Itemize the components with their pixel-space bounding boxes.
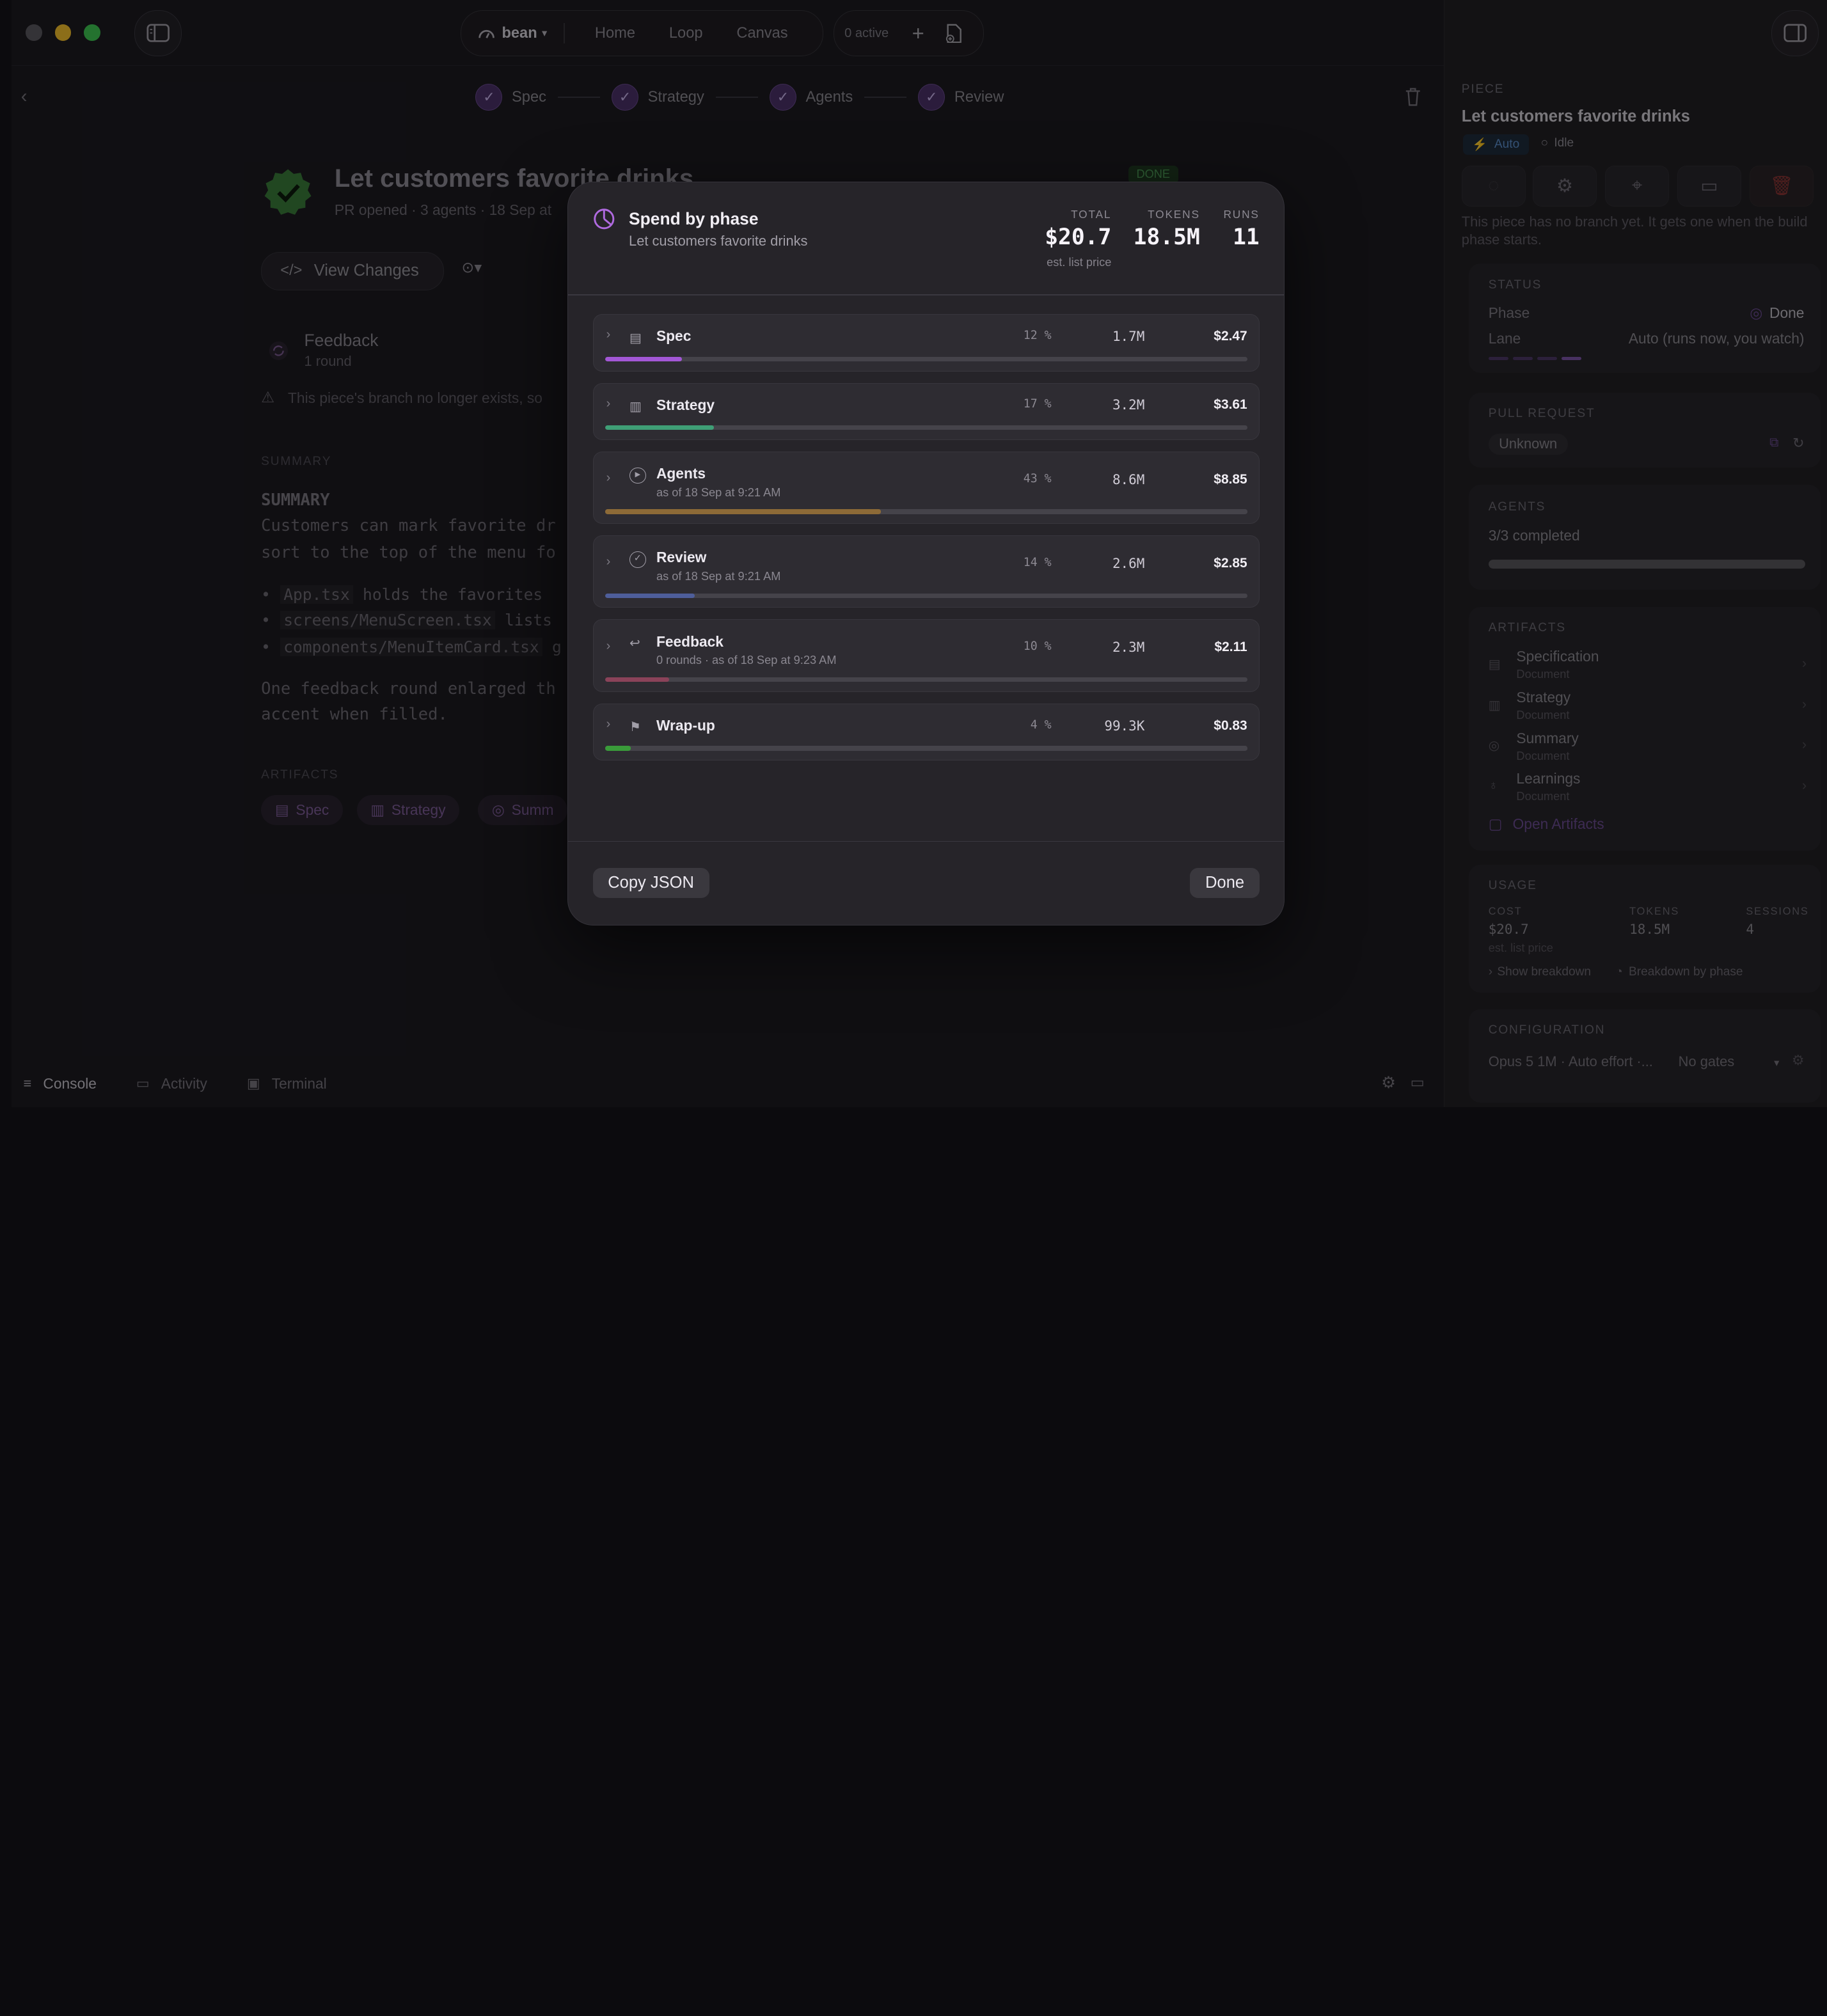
phase-share-fill: [605, 677, 670, 682]
phase-name: Spec: [656, 327, 692, 345]
play-circle-icon: ▶: [629, 467, 646, 484]
phase-share-bar: [605, 356, 1247, 361]
dialog-subtitle: Let customers favorite drinks: [629, 232, 808, 249]
phase-cost: $3.61: [1214, 397, 1247, 413]
phase-name: Feedback: [656, 633, 724, 650]
spend-by-phase-dialog: Spend by phase Let customers favorite dr…: [567, 182, 1285, 925]
chevron-right-icon[interactable]: ›: [606, 397, 611, 411]
total-cost: $20.7: [1045, 224, 1112, 250]
phase-cost: $2.47: [1214, 328, 1247, 343]
phase-name: Review: [656, 549, 707, 566]
total-tokens: 18.5M: [1133, 224, 1200, 250]
phase-tokens: 2.6M: [1112, 556, 1145, 572]
phase-name: Strategy: [656, 396, 715, 413]
phase-tokens: 8.6M: [1112, 472, 1145, 488]
phase-name: Agents: [656, 465, 706, 482]
phase-share-bar: [605, 746, 1247, 751]
phase-row[interactable]: › ▥ Strategy 17 % 3.2M $3.61: [592, 382, 1260, 441]
phase-share-fill: [605, 509, 882, 514]
phase-timestamp: as of 18 Sep at 9:21 AM: [656, 570, 781, 583]
phase-cost: $2.85: [1214, 556, 1247, 571]
phase-row[interactable]: › ✓ Review as of 18 Sep at 9:21 AM 14 % 2.6M $…: [592, 535, 1260, 608]
flag-icon: ⚑: [629, 720, 641, 735]
dialog-title: Spend by phase: [629, 209, 759, 229]
phase-row[interactable]: › ▤ Spec 12 % 1.7M $2.47: [592, 314, 1260, 372]
chevron-right-icon[interactable]: ›: [606, 555, 611, 569]
check-circle-icon: ✓: [629, 551, 646, 568]
phase-tokens: 3.2M: [1112, 397, 1145, 413]
phase-tokens: 99.3K: [1104, 718, 1145, 734]
phase-share-bar: [605, 425, 1247, 430]
app-window: bean ▾ Home Loop Canvas 0 active + ‹ ✓ Sp…: [12, 0, 1827, 1107]
total-runs: 11: [1233, 224, 1260, 250]
phase-share-fill: [605, 356, 683, 361]
chevron-right-icon[interactable]: ›: [606, 471, 611, 485]
chevron-right-icon[interactable]: ›: [606, 717, 611, 732]
phase-row[interactable]: › ⚑ Wrap-up 4 % 99.3K $0.83: [592, 703, 1260, 761]
phase-timestamp: 0 rounds · as of 18 Sep at 9:23 AM: [656, 654, 837, 667]
phase-timestamp: as of 18 Sep at 9:21 AM: [656, 485, 781, 499]
done-button[interactable]: Done: [1190, 867, 1260, 898]
phase-share-fill: [605, 593, 695, 598]
phase-tokens: 1.7M: [1112, 328, 1145, 344]
phase-percent: 43 %: [1023, 472, 1052, 486]
phase-cost: $8.85: [1214, 472, 1247, 487]
phase-cost: $2.11: [1214, 640, 1247, 655]
reply-icon: ↩: [629, 636, 640, 651]
phase-percent: 14 %: [1023, 556, 1052, 570]
phase-cost: $0.83: [1214, 718, 1247, 733]
phase-share-fill: [605, 746, 631, 751]
phase-share-bar: [605, 593, 1247, 598]
phase-name: Wrap-up: [656, 716, 715, 734]
phase-share-bar: [605, 677, 1247, 682]
phase-tokens: 2.3M: [1112, 640, 1145, 656]
total-note: est. list price: [1047, 256, 1112, 269]
phase-percent: 10 %: [1023, 640, 1052, 654]
phase-share-fill: [605, 425, 715, 430]
copy-json-button[interactable]: Copy JSON: [592, 867, 709, 898]
phase-percent: 17 %: [1023, 397, 1052, 411]
phase-percent: 12 %: [1023, 328, 1052, 342]
chevron-right-icon[interactable]: ›: [606, 639, 611, 654]
map-icon: ▥: [629, 400, 642, 414]
pie-chart-icon: [593, 209, 614, 230]
phase-row[interactable]: › ▶ Agents as of 18 Sep at 9:21 AM 43 % 8.6M $…: [592, 452, 1260, 524]
document-icon: ▤: [629, 331, 642, 345]
phase-row[interactable]: › ↩ Feedback 0 rounds · as of 18 Sep at 9:2…: [592, 619, 1260, 692]
phase-share-bar: [605, 509, 1247, 514]
phase-percent: 4 %: [1030, 718, 1052, 732]
chevron-right-icon[interactable]: ›: [606, 327, 611, 342]
